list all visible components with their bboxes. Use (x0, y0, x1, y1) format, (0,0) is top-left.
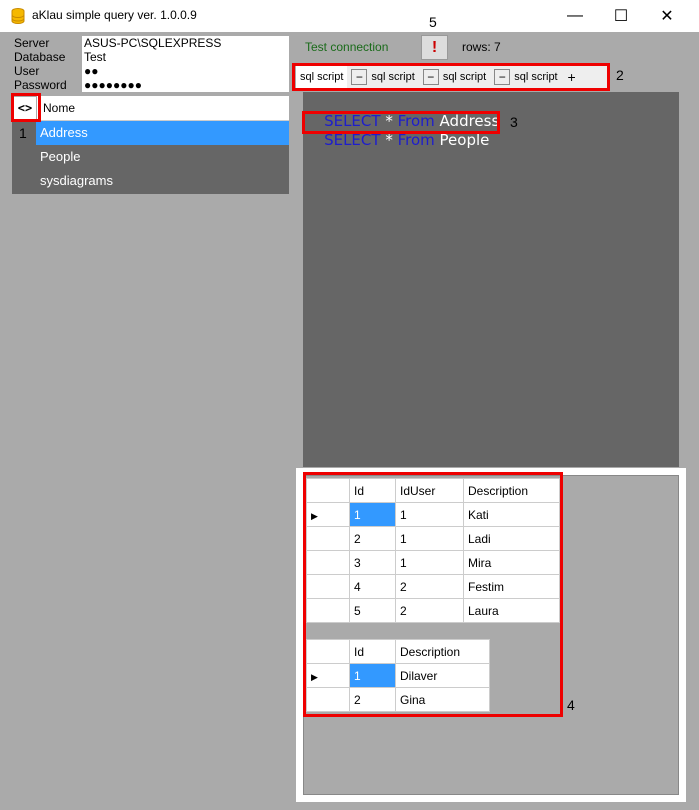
server-field[interactable]: ASUS-PC\SQLEXPRESS (82, 36, 289, 50)
rows-count: rows: 7 (462, 40, 501, 54)
table-list-header[interactable]: Nome (37, 96, 289, 121)
error-button[interactable]: ! (421, 35, 448, 60)
annotation-box-4 (303, 472, 563, 717)
annotation-box-1 (11, 93, 41, 122)
minimize-button[interactable]: — (552, 0, 598, 32)
table-item-sysdiagrams[interactable]: sysdiagrams (36, 169, 289, 193)
annotation-number-4: 4 (567, 697, 575, 713)
annotation-number-2: 2 (616, 67, 624, 83)
test-connection-link[interactable]: Test connection (305, 40, 388, 54)
database-icon (11, 8, 25, 24)
maximize-button[interactable]: ☐ (598, 0, 644, 32)
password-field[interactable]: ●●●●●●●● (82, 78, 289, 92)
annotation-box-2 (292, 63, 610, 91)
connection-panel: Server ASUS-PC\SQLEXPRESS Database Test … (12, 34, 289, 92)
password-label: Password (14, 78, 67, 92)
table-item-address[interactable]: Address (36, 121, 289, 145)
user-label: User (14, 64, 40, 78)
title-bar: aKlau simple query ver. 1.0.0.9 — ☐ ✕ (0, 0, 699, 32)
annotation-number-1: 1 (19, 125, 27, 141)
database-field[interactable]: Test (82, 50, 289, 64)
user-field[interactable]: ●● (82, 64, 289, 78)
annotation-box-3 (302, 111, 500, 134)
sql-line: SELECT * From Address (305, 93, 499, 130)
annotation-number-3: 3 (510, 114, 518, 130)
server-label: Server (14, 36, 50, 50)
table-list-rows: Address People sysdiagrams (12, 121, 289, 194)
sql-editor[interactable]: SELECT * From Address SELECT * From Peop… (303, 92, 679, 467)
annotation-number-5: 5 (429, 14, 437, 30)
close-button[interactable]: ✕ (644, 0, 690, 32)
window-title: aKlau simple query ver. 1.0.0.9 (32, 8, 197, 22)
table-item-people[interactable]: People (36, 145, 289, 169)
database-label: Database (14, 50, 66, 64)
table-list: Nome Address People sysdiagrams (12, 96, 289, 194)
